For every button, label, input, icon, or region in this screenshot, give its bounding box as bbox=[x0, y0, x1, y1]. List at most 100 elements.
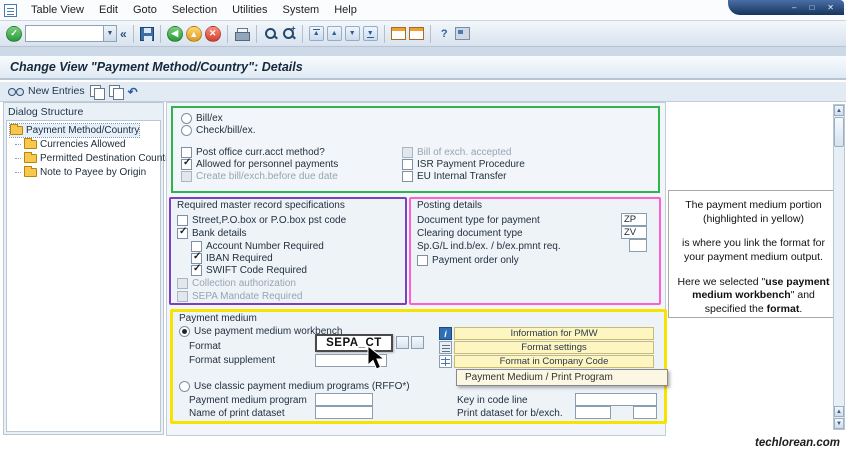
checkbox-row-create-bill-exch[interactable]: Create bill/exch.before due date bbox=[181, 170, 338, 183]
checkbox-row-payment-order-only[interactable]: Payment order only bbox=[417, 254, 519, 267]
checkbox-label: SEPA Mandate Required bbox=[192, 290, 303, 302]
information-for-pmw-button[interactable]: Information for PMW bbox=[454, 327, 654, 340]
window-controls: – □ ✕ bbox=[728, 0, 844, 15]
menu-system[interactable]: System bbox=[276, 1, 327, 19]
radio[interactable] bbox=[179, 381, 190, 392]
collapse-icon[interactable]: « bbox=[120, 27, 127, 41]
payment-medium-program-field[interactable] bbox=[315, 393, 373, 406]
menu-edit[interactable]: Edit bbox=[92, 1, 125, 19]
checkbox-row-swift-code-required[interactable]: SWIFT Code Required bbox=[191, 264, 307, 277]
radio[interactable] bbox=[179, 326, 190, 337]
back-icon[interactable]: ◀ bbox=[166, 25, 183, 42]
tree-item-payment-method-country[interactable]: Payment Method/Country bbox=[8, 123, 141, 138]
checkbox[interactable] bbox=[181, 158, 192, 170]
tree-item-permitted-destination-countries[interactable]: Permitted Destination Countries bbox=[15, 152, 181, 165]
checkbox-row-sepa-mandate-required[interactable]: SEPA Mandate Required bbox=[177, 290, 302, 303]
field-label-document-type: Document type for payment bbox=[417, 214, 540, 226]
info-icon[interactable]: i bbox=[439, 327, 452, 340]
standard-toolbar: ✓ ▼ « ◀ ▲ ✕ + ▲ ▲ ▼ ▼ ? bbox=[0, 21, 846, 47]
annotation-note: The payment medium portion (highlighted … bbox=[668, 190, 839, 318]
undo-icon[interactable]: ↶ bbox=[128, 86, 138, 98]
format-label: Format bbox=[189, 340, 221, 352]
find-next-icon[interactable]: + bbox=[281, 24, 296, 41]
tree-item-currencies-allowed[interactable]: Currencies Allowed bbox=[15, 138, 126, 151]
checkbox[interactable] bbox=[402, 159, 413, 170]
checkbox[interactable] bbox=[402, 147, 413, 158]
exit-icon[interactable]: ▲ bbox=[185, 25, 202, 42]
checkbox[interactable] bbox=[191, 264, 202, 276]
close-icon[interactable]: ✕ bbox=[827, 3, 834, 12]
radio-row-classic-payment-programs[interactable]: Use classic payment medium programs (RFF… bbox=[179, 380, 410, 393]
tree-item-note-to-payee-by-origin[interactable]: Note to Payee by Origin bbox=[15, 166, 146, 179]
clearing-document-type-field[interactable]: ZV bbox=[621, 226, 647, 239]
details-form: Bill/ex Check/bill/ex. Post office curr.… bbox=[166, 102, 668, 436]
annotation-line-1: The payment medium portion (highlighted … bbox=[685, 199, 822, 225]
previous-page-icon[interactable]: ▲ bbox=[326, 26, 342, 41]
scroll-up-icon-2[interactable]: ▲ bbox=[834, 406, 844, 417]
checkbox[interactable] bbox=[417, 255, 428, 266]
radio-row-check-bill-ex[interactable]: Check/bill/ex. bbox=[181, 124, 255, 137]
checkbox[interactable] bbox=[402, 171, 413, 182]
menu-help[interactable]: Help bbox=[327, 1, 364, 19]
delete-entry-icon[interactable] bbox=[108, 85, 124, 100]
scroll-up-icon[interactable]: ▲ bbox=[834, 105, 844, 116]
watermark: techlorean.com bbox=[755, 437, 840, 449]
menu-table-view[interactable]: Table View bbox=[24, 1, 91, 19]
format-in-company-code-button[interactable]: Format in Company Code bbox=[454, 355, 654, 368]
company-code-table-icon[interactable] bbox=[439, 355, 452, 368]
checkbox-label: Create bill/exch.before due date bbox=[196, 170, 338, 182]
last-page-icon[interactable]: ▼ bbox=[362, 26, 378, 41]
first-page-icon[interactable]: ▲ bbox=[308, 26, 324, 41]
menu-selection[interactable]: Selection bbox=[165, 1, 224, 19]
checkbox-row-street-pobox[interactable]: Street,P.O.box or P.O.box pst code bbox=[177, 214, 346, 227]
create-shortcut-icon[interactable] bbox=[408, 27, 424, 40]
name-of-print-dataset-field[interactable] bbox=[315, 406, 373, 419]
customize-layout-icon[interactable] bbox=[454, 27, 470, 40]
checkbox-row-collection-authorization[interactable]: Collection authorization bbox=[177, 277, 296, 290]
find-icon[interactable] bbox=[263, 26, 278, 41]
vertical-scrollbar[interactable]: ▲ ▲ ▼ bbox=[833, 104, 845, 430]
print-dataset-bexch-field[interactable] bbox=[575, 406, 611, 419]
enter-icon[interactable]: ✓ bbox=[6, 25, 22, 42]
document-type-field[interactable]: ZP bbox=[621, 213, 647, 226]
scroll-down-icon[interactable]: ▼ bbox=[834, 418, 844, 429]
checkbox[interactable] bbox=[177, 278, 188, 289]
dialog-structure-tree: Payment Method/Country Currencies Allowe… bbox=[6, 120, 181, 432]
checkbox[interactable] bbox=[181, 171, 192, 182]
print-icon[interactable] bbox=[234, 27, 250, 41]
minimize-icon[interactable]: – bbox=[792, 3, 796, 12]
format-settings-button[interactable]: Format settings bbox=[454, 341, 654, 354]
command-input[interactable]: ▼ bbox=[25, 25, 117, 42]
checkbox-row-eu-internal-transfer[interactable]: EU Internal Transfer bbox=[402, 170, 506, 183]
print-dataset-bexch-field-2[interactable] bbox=[633, 406, 657, 419]
menu-utilities[interactable]: Utilities bbox=[225, 1, 274, 19]
format-display-icon[interactable] bbox=[411, 336, 424, 349]
checkbox-row-bank-details[interactable]: Bank details bbox=[177, 227, 246, 240]
annotation-line-2: is where you link the format for your pa… bbox=[682, 237, 825, 263]
help-icon[interactable]: ? bbox=[437, 26, 452, 41]
menu-goto[interactable]: Goto bbox=[126, 1, 164, 19]
radio[interactable] bbox=[181, 113, 192, 124]
checkbox[interactable] bbox=[177, 227, 188, 239]
display-change-icon[interactable] bbox=[8, 86, 24, 98]
radio[interactable] bbox=[181, 125, 192, 136]
checkbox-label: ISR Payment Procedure bbox=[417, 158, 525, 170]
checkbox[interactable] bbox=[177, 291, 188, 302]
format-matchcode-icon[interactable] bbox=[396, 336, 409, 349]
save-icon[interactable] bbox=[139, 26, 154, 41]
field-label-spgl-ind: Sp.G/L ind.b/ex. / b/ex.pmnt req. bbox=[417, 240, 561, 252]
system-menu-icon[interactable] bbox=[4, 3, 17, 17]
scrollbar-thumb[interactable] bbox=[834, 117, 844, 147]
copy-as-icon[interactable] bbox=[89, 85, 105, 100]
tree-twig bbox=[15, 158, 21, 159]
new-session-icon[interactable] bbox=[390, 27, 406, 40]
format-settings-icon[interactable] bbox=[439, 341, 452, 354]
next-page-icon[interactable]: ▼ bbox=[344, 26, 360, 41]
command-dropdown-icon[interactable]: ▼ bbox=[103, 26, 116, 41]
new-entries-button[interactable]: New Entries bbox=[28, 86, 85, 97]
checkbox[interactable] bbox=[177, 215, 188, 226]
spgl-ind-field[interactable] bbox=[629, 239, 647, 252]
key-in-code-line-field[interactable] bbox=[575, 393, 657, 406]
cancel-icon[interactable]: ✕ bbox=[204, 25, 221, 42]
restore-icon[interactable]: □ bbox=[809, 3, 814, 12]
